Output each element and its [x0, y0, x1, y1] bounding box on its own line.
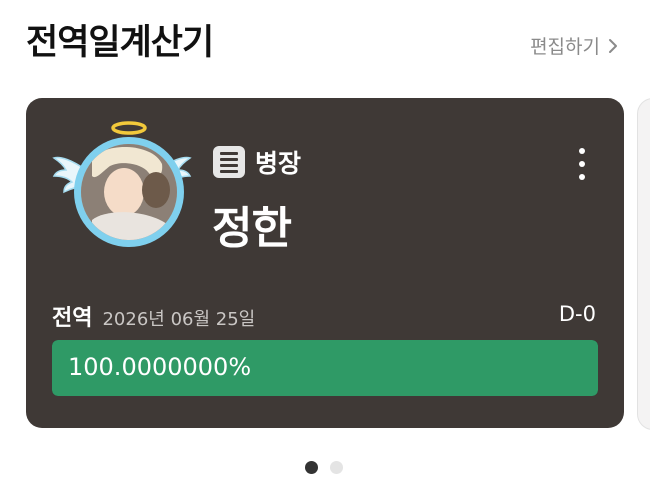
list-icon — [213, 146, 245, 178]
edit-button[interactable]: 편집하기 — [530, 32, 620, 59]
halo-icon — [111, 121, 147, 135]
dday-counter: D-0 — [558, 302, 596, 326]
pager-dot[interactable] — [305, 461, 318, 474]
next-card-peek[interactable] — [637, 98, 650, 430]
more-vertical-icon[interactable] — [576, 148, 588, 180]
rank-label: 병장 — [255, 149, 302, 178]
discharge-card[interactable]: 병장 정한 전역 2026년 06월 25일 D-0 100.0000000% — [26, 98, 624, 428]
edit-label: 편집하기 — [530, 36, 600, 58]
page: 전역일계산기 편집하기 병장 정한 전역 2026년 06월 25일 D-0 1… — [0, 0, 650, 490]
rank-row: 병장 — [213, 144, 301, 180]
discharge-row: 전역 2026년 06월 25일 — [52, 300, 255, 332]
discharge-label: 전역 — [52, 306, 93, 331]
avatar-graphic — [52, 121, 192, 247]
pager-dot[interactable] — [330, 461, 343, 474]
progress-bar: 100.0000000% — [52, 340, 598, 396]
avatar — [52, 120, 192, 255]
pager — [305, 461, 343, 474]
person-name: 정한 — [212, 203, 292, 254]
progress-text: 100.0000000% — [68, 353, 252, 381]
discharge-date: 2026년 06월 25일 — [102, 309, 256, 330]
chevron-right-icon — [609, 38, 617, 53]
page-title: 전역일계산기 — [26, 23, 214, 63]
